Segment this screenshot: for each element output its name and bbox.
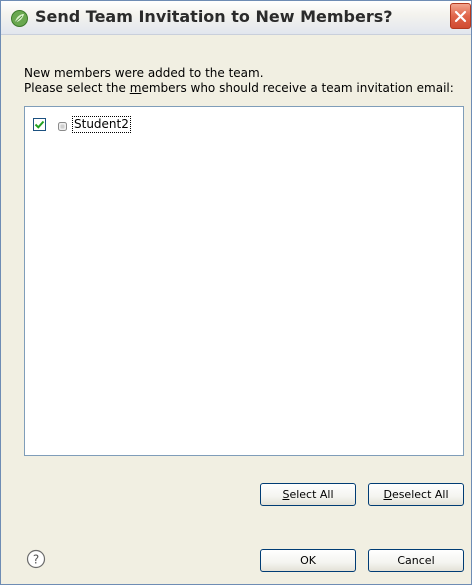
close-button[interactable] (450, 3, 471, 29)
deselect-all-label: eselect All (391, 488, 449, 501)
message-text-before: Please select the (24, 81, 130, 95)
dialog-title: Send Team Invitation to New Members? (35, 7, 393, 26)
select-all-mnemonic: S (282, 488, 290, 501)
select-all-label: elect All (289, 488, 334, 501)
select-all-button[interactable]: Select All (260, 483, 356, 506)
checkmark-icon (34, 120, 45, 129)
members-list[interactable]: Student2 (24, 106, 464, 456)
close-icon (454, 10, 467, 23)
ok-button[interactable]: OK (260, 549, 356, 572)
dialog-window: Send Team Invitation to New Members? New… (0, 0, 472, 585)
help-icon[interactable]: ? (26, 549, 46, 569)
cancel-button[interactable]: Cancel (368, 549, 464, 572)
deselect-all-button[interactable]: Deselect All (368, 483, 464, 506)
dialog-content: New members were added to the team. Plea… (1, 36, 471, 584)
message-line-1: New members were added to the team. (24, 66, 264, 80)
message-line-2: Please select the members who should rec… (24, 81, 454, 95)
member-icon (58, 120, 67, 131)
member-name: Student2 (72, 115, 131, 133)
list-item[interactable]: Student2 (33, 115, 131, 133)
message-text-after: embers who should receive a team invitat… (141, 81, 454, 95)
message-mnemonic: m (129, 81, 142, 95)
svg-text:?: ? (33, 553, 39, 567)
deselect-all-mnemonic: D (383, 488, 392, 501)
member-checkbox[interactable] (33, 117, 46, 131)
leaf-icon (11, 10, 28, 27)
title-bar[interactable]: Send Team Invitation to New Members? (1, 1, 471, 35)
